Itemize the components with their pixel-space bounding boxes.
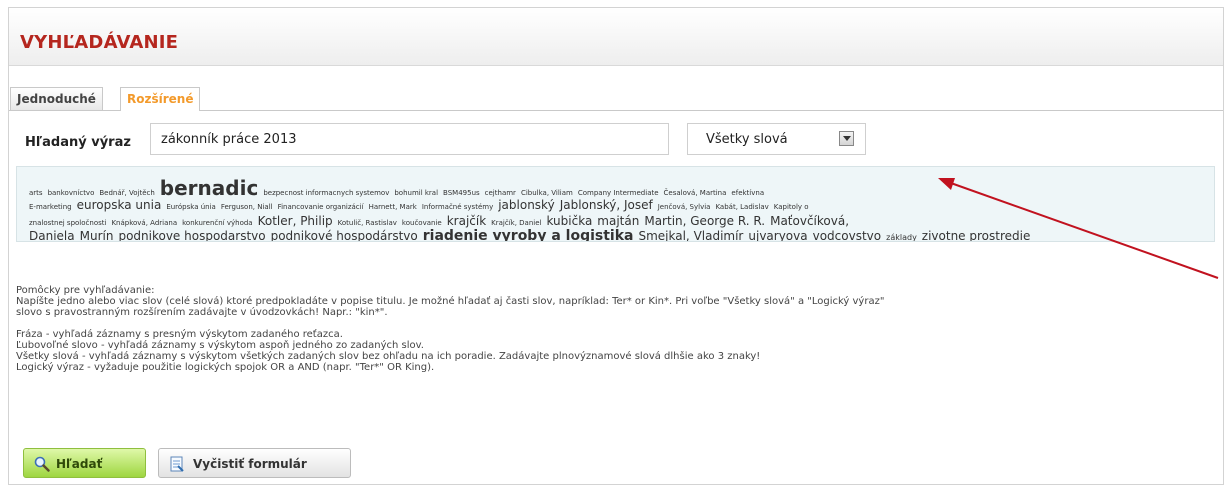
annotation-arrow [938,178,1219,279]
